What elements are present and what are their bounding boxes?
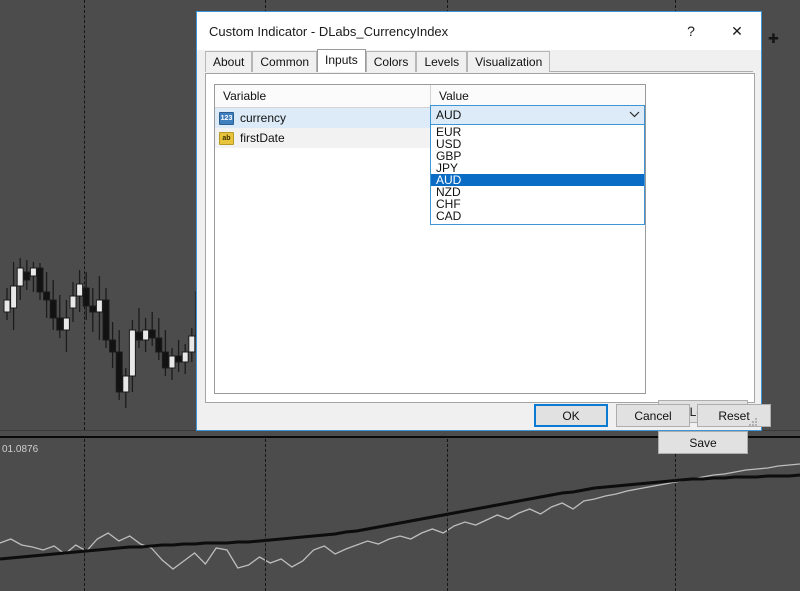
- inputs-panel: Variable Value 123 currency ab firstDate: [205, 73, 755, 454]
- resize-grip-icon[interactable]: [747, 416, 759, 428]
- gridline-vertical: [84, 439, 85, 591]
- crosshair-icon: ✚: [768, 31, 779, 46]
- save-button[interactable]: Save: [658, 431, 748, 454]
- indicator-line-signal: [0, 473, 800, 561]
- tab-common[interactable]: Common: [252, 51, 318, 72]
- tab-about[interactable]: About: [205, 51, 253, 72]
- dropdown-option-chf[interactable]: CHF: [431, 198, 644, 210]
- column-header-value: Value: [439, 89, 469, 103]
- gridline-vertical: [675, 439, 676, 591]
- variable-name: currency: [240, 111, 287, 125]
- chevron-down-icon[interactable]: [624, 110, 644, 121]
- tab-colors[interactable]: Colors: [365, 51, 417, 72]
- indicator-series: [0, 463, 800, 570]
- ok-button[interactable]: OK: [534, 404, 608, 427]
- dropdown-option-gbp[interactable]: GBP: [431, 150, 644, 162]
- close-icon[interactable]: ✕: [715, 12, 759, 50]
- row-variable-cell: ab firstDate: [215, 128, 431, 148]
- variable-name: firstDate: [240, 131, 285, 145]
- combobox-value: AUD: [436, 108, 462, 122]
- currency-dropdown-list[interactable]: EUR USD GBP JPY AUD NZD CHF CAD: [430, 125, 645, 225]
- custom-indicator-dialog: Custom Indicator - DLabs_CurrencyIndex ?…: [196, 11, 771, 454]
- tab-visualization[interactable]: Visualization: [467, 51, 551, 72]
- gridline-vertical: [265, 439, 266, 591]
- tab-levels[interactable]: Levels: [416, 51, 468, 72]
- tab-inputs[interactable]: Inputs: [317, 49, 366, 72]
- row-variable-cell: 123 currency: [215, 108, 431, 128]
- help-icon[interactable]: ?: [669, 12, 713, 50]
- string-type-icon: ab: [219, 131, 234, 145]
- dropdown-option-eur[interactable]: EUR: [431, 126, 644, 138]
- reset-button[interactable]: Reset: [697, 404, 771, 427]
- column-header-variable: Variable: [215, 85, 431, 107]
- dropdown-option-aud[interactable]: AUD: [431, 174, 644, 186]
- dropdown-option-cad[interactable]: CAD: [431, 210, 644, 222]
- gridline-vertical: [447, 439, 448, 591]
- cancel-button[interactable]: Cancel: [616, 404, 690, 427]
- dialog-title: Custom Indicator - DLabs_CurrencyIndex: [209, 24, 449, 39]
- dropdown-option-jpy[interactable]: JPY: [431, 162, 644, 174]
- numeric-type-icon: 123: [219, 111, 234, 125]
- mt4-chart-window: 01.0876 ✚ Custom Indicator - DLabs_Curre…: [0, 0, 800, 591]
- dropdown-option-nzd[interactable]: NZD: [431, 186, 644, 198]
- gridline-vertical: [84, 0, 85, 430]
- currency-combobox[interactable]: AUD: [430, 105, 645, 125]
- dropdown-option-usd[interactable]: USD: [431, 138, 644, 150]
- indicator-pane: 01.0876: [0, 438, 800, 591]
- dialog-titlebar[interactable]: Custom Indicator - DLabs_CurrencyIndex ?…: [197, 12, 761, 50]
- tab-bar: About Common Inputs Colors Levels Visualizati…: [197, 49, 761, 72]
- chevron-down-glyph: [629, 111, 639, 117]
